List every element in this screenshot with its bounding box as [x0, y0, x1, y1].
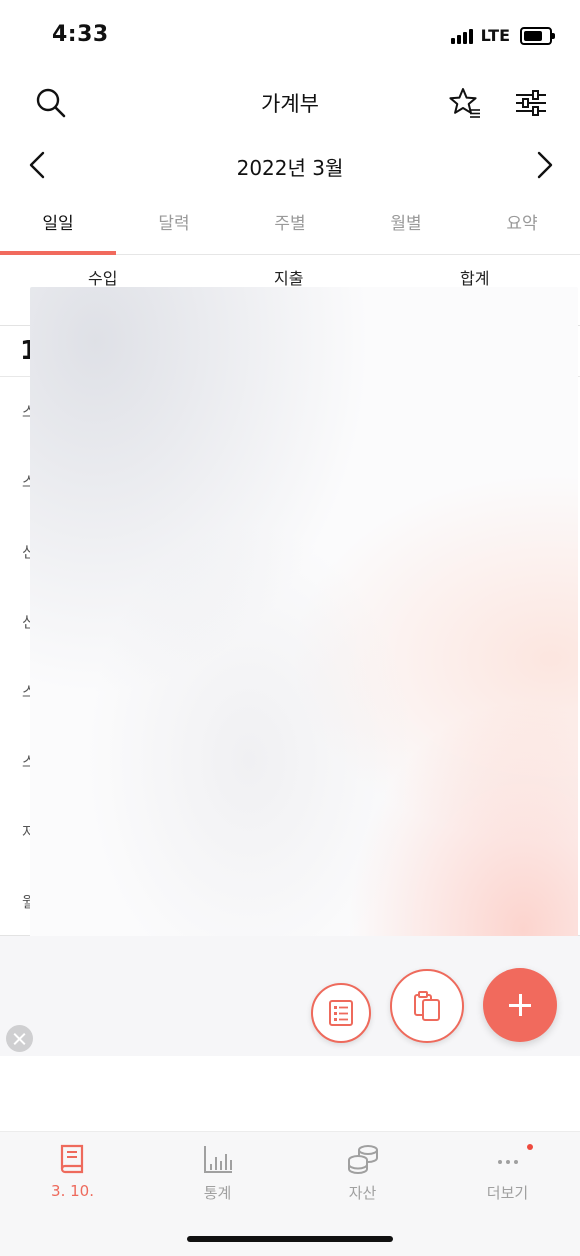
- coins-icon: [347, 1145, 378, 1174]
- book-icon: [60, 1144, 83, 1174]
- status-time: 4:33: [52, 22, 109, 47]
- tab-monthly[interactable]: 월별: [348, 200, 464, 250]
- list-input-button[interactable]: [311, 983, 371, 1043]
- nav-label: 통계: [203, 1184, 232, 1202]
- nav-assets[interactable]: 자산: [290, 1142, 435, 1203]
- list-icon: [329, 1000, 353, 1026]
- nav-label: 3. 10.: [51, 1182, 94, 1200]
- page-title: 가계부: [261, 92, 319, 116]
- app-header: 가계부: [0, 72, 580, 132]
- home-indicator: [187, 1236, 393, 1242]
- nav-label: 더보기: [486, 1184, 529, 1202]
- status-indicators: LTE: [450, 26, 555, 45]
- tab-weekly[interactable]: 주별: [232, 200, 348, 250]
- total-label: 합계: [460, 269, 490, 288]
- filter-settings-icon[interactable]: [514, 86, 548, 120]
- nav-more[interactable]: 더보기: [435, 1142, 580, 1203]
- signal-icon: [450, 28, 473, 44]
- income-label: 수입: [88, 269, 118, 288]
- status-bar: 4:33 LTE: [0, 0, 580, 72]
- current-month[interactable]: 2022년 3월: [0, 152, 580, 181]
- tab-summary[interactable]: 요약: [464, 200, 580, 250]
- close-ad-icon[interactable]: [6, 1025, 33, 1052]
- view-tabs: 일일 달력 주별 월별 요약: [0, 200, 580, 255]
- tab-calendar[interactable]: 달력: [116, 200, 232, 250]
- add-transaction-button[interactable]: [483, 968, 557, 1042]
- notification-badge: [527, 1144, 533, 1150]
- expense-label: 지출: [274, 269, 304, 288]
- network-type: LTE: [480, 26, 510, 45]
- favorite-list-icon[interactable]: [448, 86, 482, 120]
- blurred-redaction: [30, 287, 578, 963]
- next-month-icon[interactable]: [530, 150, 558, 180]
- bar-chart-icon: [203, 1146, 232, 1173]
- more-icon: [497, 1160, 518, 1164]
- copy-transaction-button[interactable]: [390, 969, 464, 1043]
- nav-statistics[interactable]: 통계: [145, 1142, 290, 1203]
- month-navigator: 2022년 3월: [0, 136, 580, 194]
- nav-label: 자산: [348, 1184, 377, 1202]
- copy-icon: [414, 991, 440, 1021]
- nav-ledger[interactable]: 3. 10.: [0, 1142, 145, 1200]
- battery-icon: [520, 26, 555, 45]
- tab-daily[interactable]: 일일: [0, 200, 116, 250]
